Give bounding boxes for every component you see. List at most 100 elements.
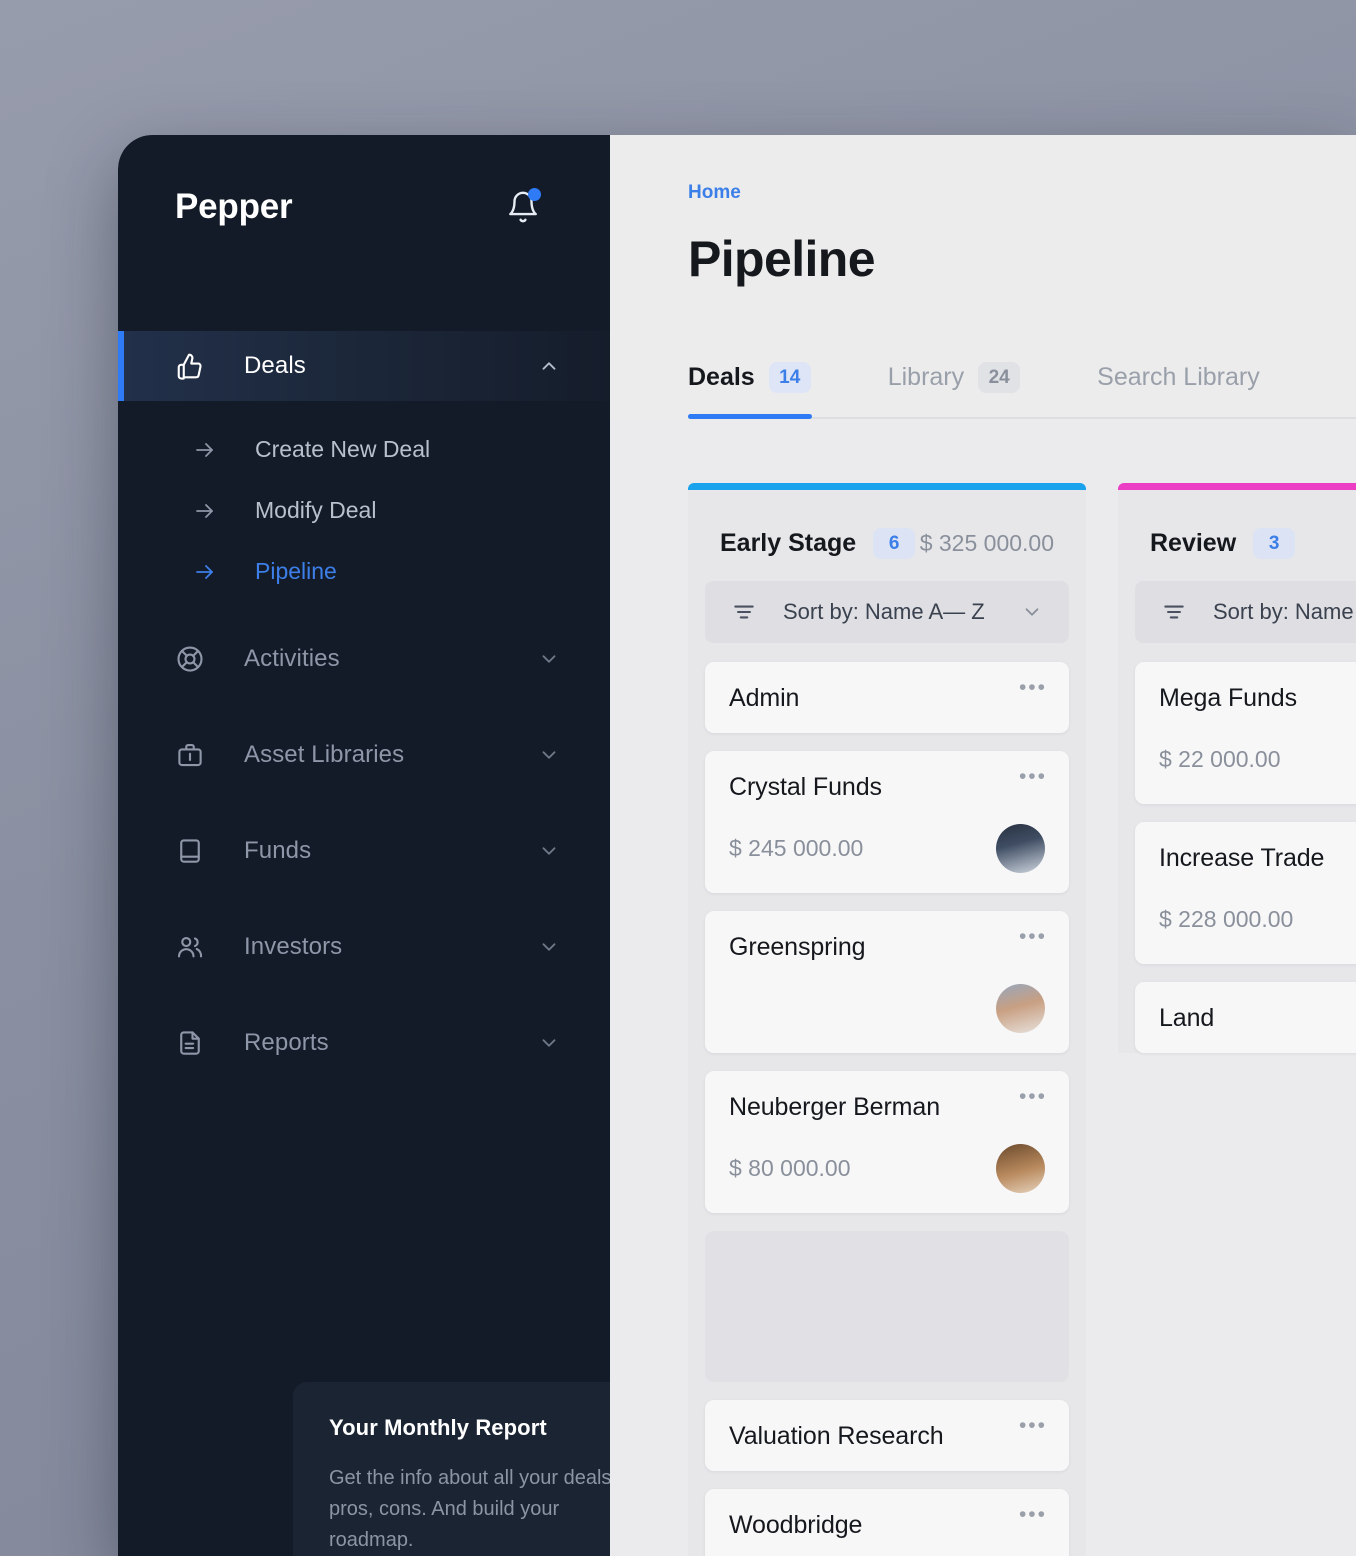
sort-dropdown-early-stage[interactable]: Sort by: Name A— Z [705,581,1069,643]
sort-dropdown-review[interactable]: Sort by: Name A— Z [1135,581,1356,643]
column-count-badge: 3 [1253,528,1296,559]
column-header: Review 3 [1135,483,1356,571]
avatar [996,984,1045,1033]
more-options-icon[interactable]: ••• [1019,1504,1047,1525]
deal-card-title: Land [1159,1004,1215,1032]
tab-bar: Deals 14 Library 24 Search Library [688,354,1356,419]
avatar [996,1144,1045,1193]
notification-dot [528,188,541,201]
arrow-right-icon [193,560,219,584]
sidebar-nav: Deals Create New Deal Modify Deal Pipeli… [118,331,610,1078]
more-options-icon[interactable]: ••• [1019,1415,1047,1436]
sort-label: Sort by: Name A— Z [783,599,985,624]
monthly-report-card[interactable]: Your Monthly Report Get the info about a… [293,1382,610,1556]
deal-card-amount: $ 80 000.00 [729,1155,851,1181]
more-options-icon[interactable]: ••• [1019,1086,1047,1107]
sidebar-item-activities[interactable]: Activities [118,624,610,694]
deal-card[interactable]: Increase Trade $ 228 000.00 [1135,822,1356,964]
sort-icon [1161,599,1187,625]
tab-deals[interactable]: Deals 14 [688,354,812,419]
avatar [996,824,1045,873]
sidebar-item-asset-libraries[interactable]: Asset Libraries [118,720,610,790]
chevron-down-icon[interactable] [538,936,560,958]
deal-card[interactable]: Land [1135,982,1356,1053]
tab-label: Library [887,363,965,391]
sidebar-subitem-create-new-deal[interactable]: Create New Deal [118,419,610,480]
chevron-down-icon[interactable] [538,744,560,766]
sort-label: Sort by: Name A— Z [1213,599,1356,624]
deal-card[interactable]: ••• Neuberger Berman $ 80 000.00 [705,1071,1069,1213]
board-column-early-stage: Early Stage 6 $ 325 000.00 Sort by: Name… [688,483,1086,1556]
deal-card[interactable]: ••• Greenspring [705,911,1069,1053]
deal-card-title: Neuberger Berman [729,1093,941,1121]
sidebar-subitem-label: Modify Deal [255,497,377,523]
tab-library[interactable]: Library 24 [887,354,1021,419]
tab-label: Deals [688,363,755,391]
more-options-icon[interactable]: ••• [1019,766,1047,787]
sidebar-item-label: Reports [244,1029,329,1056]
chevron-up-icon[interactable] [538,355,560,377]
document-icon [175,1028,205,1058]
report-card-description: Get the info about all your deals, pros,… [329,1467,610,1551]
deal-card[interactable]: ••• Admin [705,662,1069,733]
deal-card-title: Mega Funds [1159,684,1297,712]
deal-card-amount: $ 228 000.00 [1159,906,1294,932]
deal-card-title: Admin [729,684,800,712]
sidebar-item-deals[interactable]: Deals [118,331,610,401]
deal-card-footer: $ 22 000.00 [1159,735,1356,784]
breadcrumb[interactable]: Home [688,182,1356,204]
deal-card[interactable]: ••• Crystal Funds $ 245 000.00 [705,751,1069,893]
column-cards: Mega Funds $ 22 000.00 Increase Trade $ … [1135,643,1356,1053]
drop-placeholder [705,1231,1069,1382]
deal-card-footer: $ 245 000.00 [729,824,1045,873]
thumbs-up-icon [175,351,205,381]
sidebar-subitem-pipeline[interactable]: Pipeline [118,541,610,602]
tab-label: Search Library [1097,363,1260,391]
sidebar-item-label: Activities [244,645,340,672]
main-header: Home Pipeline Deals 14 Library 24 Search… [610,135,1356,419]
app-window: Pepper Deals Create New Deal Modify Deal… [118,135,1356,1556]
deal-card-title: Crystal Funds [729,773,882,801]
deal-card-title: Woodbridge [729,1511,863,1539]
deal-card[interactable]: ••• Woodbridge AG [705,1489,1069,1556]
tab-badge: 24 [978,362,1021,393]
main-content: Home Pipeline Deals 14 Library 24 Search… [610,135,1356,1556]
column-header: Early Stage 6 $ 325 000.00 [705,483,1069,571]
sidebar: Pepper Deals Create New Deal Modify Deal… [118,135,610,1556]
board-column-review: Review 3 Sort by: Name A— Z Mega Funds [1118,483,1356,1053]
deal-card[interactable]: ••• Valuation Research [705,1400,1069,1471]
sidebar-subnav-deals: Create New Deal Modify Deal Pipeline [118,401,610,624]
arrow-right-icon [193,438,219,462]
sidebar-item-reports[interactable]: Reports [118,1008,610,1078]
sidebar-subitem-label: Create New Deal [255,436,431,462]
chevron-down-icon[interactable] [538,840,560,862]
chevron-down-icon[interactable] [538,1032,560,1054]
briefcase-icon [175,740,205,770]
deal-card[interactable]: Mega Funds $ 22 000.00 [1135,662,1356,804]
sidebar-item-label: Investors [244,933,343,960]
chevron-down-icon [1021,601,1043,623]
sidebar-subitem-modify-deal[interactable]: Modify Deal [118,480,610,541]
column-accent-bar [688,483,1086,490]
more-options-icon[interactable]: ••• [1019,677,1047,698]
tab-search-library[interactable]: Search Library [1097,354,1260,419]
more-options-icon[interactable]: ••• [1019,926,1047,947]
report-card-title: Your Monthly Report [329,1415,547,1440]
page-title: Pipeline [688,231,876,287]
users-icon [175,932,205,962]
deal-card-footer: $ 80 000.00 [729,1144,1045,1193]
sort-icon [731,599,757,625]
chevron-down-icon[interactable] [538,648,560,670]
book-icon [175,836,205,866]
sidebar-subitem-label: Pipeline [255,558,337,584]
notifications-button[interactable] [506,188,541,225]
column-total-amount: $ 325 000.00 [919,530,1054,556]
lifebuoy-icon [175,644,205,674]
sidebar-item-label: Deals [244,352,306,379]
deal-card-footer [729,984,1045,1033]
sidebar-item-label: Asset Libraries [244,741,405,768]
sidebar-item-investors[interactable]: Investors [118,912,610,982]
sidebar-item-funds[interactable]: Funds [118,816,610,886]
